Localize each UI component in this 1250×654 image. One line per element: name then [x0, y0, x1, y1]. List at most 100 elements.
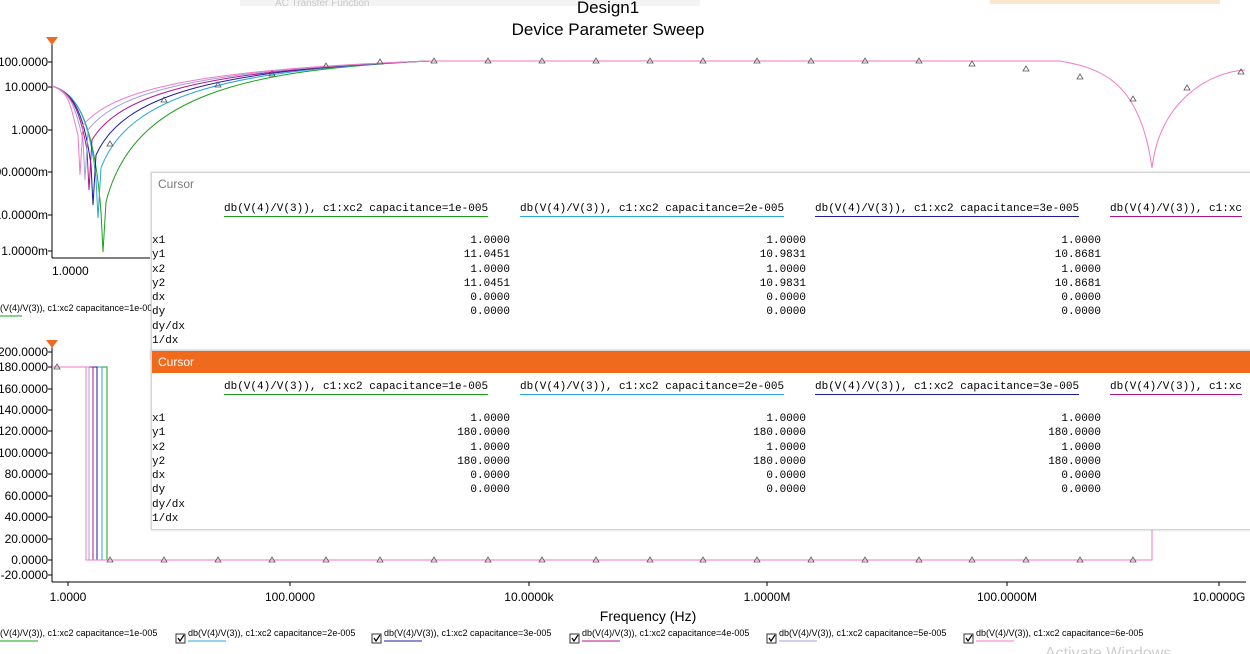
y-tick-label: 140.0000	[0, 403, 48, 417]
top-y-ticks: 100.0000 10.0000 1.0000 100.0000m 10.0000m 1.…	[0, 55, 52, 258]
cursor-window-magnitude[interactable]: Cursor db(V(4)/V(3)), c1:xc2 capacitance…	[151, 172, 1250, 360]
cursor-row-label: y1	[152, 427, 166, 440]
x-axis-label: Frequency (Hz)	[600, 608, 696, 624]
cursor-row: dx 0.0000 0.0000 0.0000	[152, 470, 1250, 484]
cursor-row-label: x1	[152, 235, 166, 247]
y-tick-label: 100.0000	[0, 55, 48, 69]
legend-item-label: db(V(4)/V(3)), c1:xc2 capacitance=3e-005	[384, 628, 551, 638]
cursor-row-value: 0.0000	[470, 306, 510, 319]
cursor-row-label: x1	[152, 413, 166, 425]
cursor-row-value: 1.0000	[1061, 235, 1101, 247]
cursor-row-label: dy	[152, 484, 166, 497]
cursor-row-value: 0.0000	[470, 292, 510, 305]
cursor-column-headers: db(V(4)/V(3)), c1:xc2 capacitance=1e-005…	[152, 381, 1250, 397]
cursor-row-value: 180.0000	[457, 455, 510, 468]
cursor-row-value: 0.0000	[1061, 306, 1101, 319]
cursor-row-value: 180.0000	[1048, 427, 1101, 440]
cursor-row: y2 180.0000 180.0000 180.0000	[152, 456, 1250, 470]
cursor-row-value: 0.0000	[1061, 470, 1101, 483]
y-tick-label: 40.0000	[5, 510, 49, 524]
legend-item-label: db(V(4)/V(3)), c1:xc2 capacitance=2e-005	[188, 628, 355, 638]
cursor-row: y2 11.0451 10.9831 10.8681	[152, 278, 1250, 292]
cursor-row-label: dy	[152, 306, 166, 319]
bottom-y-ticks: 200.0000180.0000 160.0000 140.0000 120.0000…	[0, 345, 52, 582]
cursor-row: x2 1.0000 1.0000 1.0000	[152, 264, 1250, 278]
top-x-tick-label: 1.0000	[52, 264, 89, 278]
cursor-column-header: db(V(4)/V(3)), c1:xc	[1110, 203, 1243, 217]
data-marker	[1076, 73, 1084, 80]
cursor-column-header: db(V(4)/V(3)), c1:xc2 capacitance=2e-005	[520, 203, 785, 217]
cursor-row-label: y2	[152, 277, 166, 290]
cursor-row-value: 10.8681	[1054, 249, 1101, 262]
cursor-marker-top[interactable]	[46, 37, 58, 45]
cursor-row-value: 1.0000	[766, 441, 806, 454]
x-tick-label: 10.0000G	[1193, 590, 1246, 604]
cursor-row-label: dy/dx	[152, 320, 186, 333]
cursor-row: x1 1.0000 1.0000 1.0000	[152, 413, 1250, 427]
cursor-window-title-active[interactable]: Cursor	[152, 351, 1250, 373]
data-marker	[106, 140, 114, 147]
faded-highlight	[990, 0, 1220, 4]
x-tick-label: 1.0000M	[744, 590, 791, 604]
data-marker	[968, 60, 976, 67]
y-tick-label: 200.0000	[0, 345, 48, 359]
cursor-row: dy/dx	[152, 321, 1250, 335]
cursor-row: dx 0.0000 0.0000 0.0000	[152, 292, 1250, 306]
cursor-row-value: 1.0000	[470, 263, 510, 276]
cursor-row-value: 0.0000	[766, 292, 806, 305]
y-tick-label: 100.0000	[0, 446, 48, 460]
cursor-row-value: 1.0000	[766, 235, 806, 247]
cursor-row-value: 11.0451	[463, 277, 510, 290]
cursor-row-value: 0.0000	[766, 484, 806, 497]
cursor-row-value: 1.0000	[766, 263, 806, 276]
cursor-row-label: x2	[152, 263, 166, 276]
y-tick-label: 1.0000m	[1, 244, 48, 258]
cursor-row-value: 0.0000	[766, 306, 806, 319]
cursor-row-label: y1	[152, 249, 166, 262]
cursor-row-value: 180.0000	[1048, 455, 1101, 468]
cursor-column-headers: db(V(4)/V(3)), c1:xc2 capacitance=1e-005…	[152, 203, 1250, 219]
cursor-rows: x1 1.0000 1.0000 1.0000 y1 180.0000 180.0000 18…	[152, 413, 1250, 527]
cursor-row-value: 10.9831	[759, 249, 806, 262]
cursor-row: dy/dx	[152, 499, 1250, 513]
data-marker	[1129, 95, 1137, 102]
cursor-row-value: 0.0000	[766, 470, 806, 483]
cursor-row-value: 11.0451	[463, 249, 510, 262]
cursor-row-value: 1.0000	[470, 235, 510, 247]
cursor-window-title[interactable]: Cursor	[152, 173, 1250, 195]
y-tick-label: 80.0000	[5, 467, 49, 481]
cursor-row: 1/dx	[152, 335, 1250, 349]
cursor-row-value: 1.0000	[1061, 413, 1101, 425]
cursor-row-value: 0.0000	[1061, 292, 1101, 305]
y-tick-label: 1.0000	[11, 123, 48, 137]
cursor-row-value: 1.0000	[1061, 441, 1101, 454]
y-tick-label: -20.0000	[1, 568, 49, 582]
cursor-row-value: 0.0000	[470, 470, 510, 483]
cursor-window-phase[interactable]: Cursor db(V(4)/V(3)), c1:xc2 capacitance…	[151, 350, 1250, 530]
x-tick-label: 100.0000M	[977, 590, 1037, 604]
cursor-row-label: y2	[152, 455, 166, 468]
legend-item-label: db(V(4)/V(3)), c1:xc2 capacitance=6e-005	[976, 628, 1143, 638]
cursor-row: dy 0.0000 0.0000 0.0000	[152, 484, 1250, 498]
y-tick-label: 100.0000m	[0, 165, 48, 179]
bottom-x-ticks: 1.0000 100.0000 10.0000k 1.0000M 100.0000M 10…	[50, 582, 1246, 604]
cursor-row-label: 1/dx	[152, 335, 179, 348]
cursor-column-header: db(V(4)/V(3)), c1:xc2 capacitance=3e-005	[815, 381, 1080, 395]
cursor-row-label: dx	[152, 292, 166, 305]
activate-windows-watermark: Activate Windows	[1045, 645, 1171, 654]
cursor-row-value: 180.0000	[753, 427, 806, 440]
legend-item-label: (V(4)/V(3)), c1:xc2 capacitance=1e-005	[0, 628, 157, 638]
cursor-row: 1/dx	[152, 513, 1250, 527]
cursor-row-label: dy/dx	[152, 498, 186, 511]
cursor-row-value: 0.0000	[470, 484, 510, 497]
y-tick-label: 120.0000	[0, 424, 48, 438]
cursor-row: dy 0.0000 0.0000 0.0000	[152, 306, 1250, 320]
cursor-row-value: 10.9831	[759, 277, 806, 290]
cursor-row-label: 1/dx	[152, 513, 179, 526]
cursor-row-value: 1.0000	[766, 413, 806, 425]
legend: (V(4)/V(3)), c1:xc2 capacitance=1e-005 db…	[0, 628, 1143, 644]
y-tick-label: 10.0000	[5, 80, 49, 94]
cursor-column-header: db(V(4)/V(3)), c1:xc2 capacitance=3e-005	[815, 203, 1080, 217]
cursor-row: x1 1.0000 1.0000 1.0000	[152, 235, 1250, 249]
cursor-rows: x1 1.0000 1.0000 1.0000 y1 11.0451 10.9831 10.8…	[152, 235, 1250, 349]
